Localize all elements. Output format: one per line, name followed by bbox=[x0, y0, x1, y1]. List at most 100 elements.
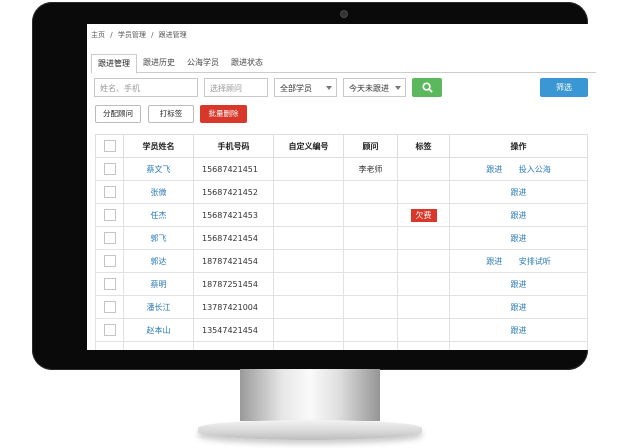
row-checkbox[interactable] bbox=[103, 209, 116, 221]
row-checkbox-cell[interactable] bbox=[95, 249, 124, 273]
tag-cell bbox=[397, 157, 450, 181]
search-button[interactable] bbox=[412, 78, 442, 97]
table-header-row: 学员姓名 手机号码 自定义编号 顾问 标签 操作 bbox=[95, 134, 588, 158]
select-all-cell[interactable] bbox=[95, 134, 124, 158]
schedule-trial-link[interactable]: 安排试听 bbox=[519, 257, 551, 266]
header-custom-id: 自定义编号 bbox=[273, 134, 344, 158]
row-checkbox[interactable] bbox=[103, 301, 116, 313]
row-checkbox[interactable] bbox=[103, 163, 116, 175]
student-name[interactable]: 赵本山 bbox=[123, 318, 194, 342]
student-name[interactable]: 郭达 bbox=[123, 249, 194, 273]
table-row: 蔡明 18787251454 跟进 bbox=[95, 272, 588, 296]
advisor-cell bbox=[343, 249, 398, 273]
followup-link[interactable]: 跟进 bbox=[486, 165, 502, 174]
custom-id-cell bbox=[273, 295, 344, 319]
followup-link[interactable]: 跟进 bbox=[511, 326, 527, 335]
chevron-down-icon bbox=[326, 86, 332, 90]
select-all-checkbox[interactable] bbox=[103, 140, 116, 152]
header-actions: 操作 bbox=[449, 134, 588, 158]
arrears-tag: 欠费 bbox=[410, 208, 437, 222]
advisor-cell bbox=[343, 203, 398, 227]
tab-followup-status[interactable]: 跟进状态 bbox=[225, 54, 269, 72]
header-phone: 手机号码 bbox=[193, 134, 274, 158]
table-row: 蔡文飞 15687421451 李老师 跟进 投入公海 bbox=[95, 157, 588, 181]
breadcrumb-followup-management: 跟进管理 bbox=[158, 31, 187, 39]
tag-cell bbox=[397, 295, 450, 319]
row-checkbox-cell[interactable] bbox=[95, 157, 124, 181]
breadcrumb-sep: / bbox=[110, 31, 113, 39]
actions-cell: 跟进 投入公海 bbox=[449, 157, 588, 181]
followup-select[interactable]: 今天未跟进 bbox=[343, 78, 406, 97]
row-checkbox[interactable] bbox=[103, 186, 116, 198]
student-table: 学员姓名 手机号码 自定义编号 顾问 标签 操作 蔡文飞 15687421451… bbox=[95, 134, 588, 350]
table-row: 郭达 18787421454 跟进 安排试听 bbox=[95, 249, 588, 273]
row-checkbox-cell[interactable] bbox=[95, 226, 124, 250]
phone-cell: 15687421453 bbox=[193, 203, 274, 227]
row-checkbox-cell[interactable] bbox=[95, 203, 124, 227]
screen: 主页 / 学员管理 / 跟进管理 跟进管理 跟进历史 公海学员 跟进状态 姓名、… bbox=[87, 24, 601, 350]
actions-cell: 跟进 bbox=[449, 180, 588, 204]
table-row: 赵本山 13547421454 跟进 bbox=[95, 318, 588, 342]
student-select-value: 全部学员 bbox=[280, 84, 312, 93]
filter-button[interactable]: 筛选 bbox=[540, 78, 588, 97]
camera-icon bbox=[340, 10, 348, 18]
advisor-cell bbox=[343, 318, 398, 342]
tag-cell: 欠费 bbox=[397, 203, 450, 227]
advisor-cell: 李老师 bbox=[343, 157, 398, 181]
student-name[interactable]: 潘长江 bbox=[123, 295, 194, 319]
row-checkbox[interactable] bbox=[103, 232, 116, 244]
actions-cell: 跟进 安排试听 bbox=[449, 249, 588, 273]
followup-link[interactable]: 跟进 bbox=[511, 211, 527, 220]
student-name[interactable]: 张微 bbox=[123, 180, 194, 204]
student-name[interactable]: 郭飞 bbox=[123, 226, 194, 250]
followup-link[interactable]: 跟进 bbox=[511, 188, 527, 197]
tag-cell bbox=[397, 272, 450, 296]
table-row: 任杰 15687421453 欠费 跟进 bbox=[95, 203, 588, 227]
student-name[interactable]: 任杰 bbox=[123, 203, 194, 227]
followup-link[interactable]: 跟进 bbox=[486, 257, 502, 266]
actions-cell: 跟进 bbox=[449, 318, 588, 342]
breadcrumb-student-management[interactable]: 学员管理 bbox=[118, 31, 146, 39]
row-checkbox-cell[interactable] bbox=[95, 295, 124, 319]
phone-cell: 15687421451 bbox=[193, 157, 274, 181]
actions-cell: 跟进 bbox=[449, 203, 588, 227]
breadcrumb-sep: / bbox=[151, 31, 154, 39]
advisor-cell bbox=[343, 272, 398, 296]
student-name[interactable]: 蔡文飞 bbox=[123, 157, 194, 181]
tab-public-pool[interactable]: 公海学员 bbox=[181, 54, 225, 72]
followup-link[interactable]: 跟进 bbox=[511, 234, 527, 243]
student-name[interactable]: 蔡明 bbox=[123, 272, 194, 296]
monitor-bezel: 主页 / 学员管理 / 跟进管理 跟进管理 跟进历史 公海学员 跟进状态 姓名、… bbox=[32, 2, 601, 370]
custom-id-cell bbox=[273, 226, 344, 250]
tag-cell bbox=[397, 180, 450, 204]
assign-advisor-button[interactable]: 分配顾问 bbox=[95, 105, 141, 123]
table-row: 潘长江 13787421004 跟进 bbox=[95, 295, 588, 319]
move-to-pool-link[interactable]: 投入公海 bbox=[519, 165, 551, 174]
row-checkbox-cell[interactable] bbox=[95, 318, 124, 342]
followup-link[interactable]: 跟进 bbox=[511, 303, 527, 312]
student-select[interactable]: 全部学员 bbox=[274, 78, 337, 97]
tab-bar: 跟进管理 跟进历史 公海学员 跟进状态 bbox=[91, 54, 596, 74]
row-checkbox[interactable] bbox=[103, 255, 116, 267]
name-phone-input[interactable]: 姓名、手机 bbox=[94, 78, 198, 97]
empty-cell bbox=[273, 341, 344, 350]
phone-cell: 13787421004 bbox=[193, 295, 274, 319]
followup-link[interactable]: 跟进 bbox=[511, 280, 527, 289]
row-checkbox-cell[interactable] bbox=[95, 180, 124, 204]
tab-followup-history[interactable]: 跟进历史 bbox=[137, 54, 181, 72]
advisor-input[interactable]: 选择顾问 bbox=[204, 78, 268, 97]
tag-cell bbox=[397, 249, 450, 273]
chevron-down-icon bbox=[395, 86, 401, 90]
tab-followup-management[interactable]: 跟进管理 bbox=[91, 54, 137, 74]
search-icon bbox=[422, 82, 433, 93]
tag-cell bbox=[397, 318, 450, 342]
breadcrumb-home[interactable]: 主页 bbox=[91, 31, 105, 39]
row-checkbox-cell[interactable] bbox=[95, 272, 124, 296]
batch-delete-button[interactable]: 批量删除 bbox=[200, 105, 247, 123]
row-checkbox-cell[interactable] bbox=[95, 341, 124, 350]
row-checkbox[interactable] bbox=[103, 324, 116, 336]
custom-id-cell bbox=[273, 203, 344, 227]
row-checkbox[interactable] bbox=[103, 278, 116, 290]
custom-id-cell bbox=[273, 157, 344, 181]
tag-button[interactable]: 打标签 bbox=[148, 105, 194, 123]
